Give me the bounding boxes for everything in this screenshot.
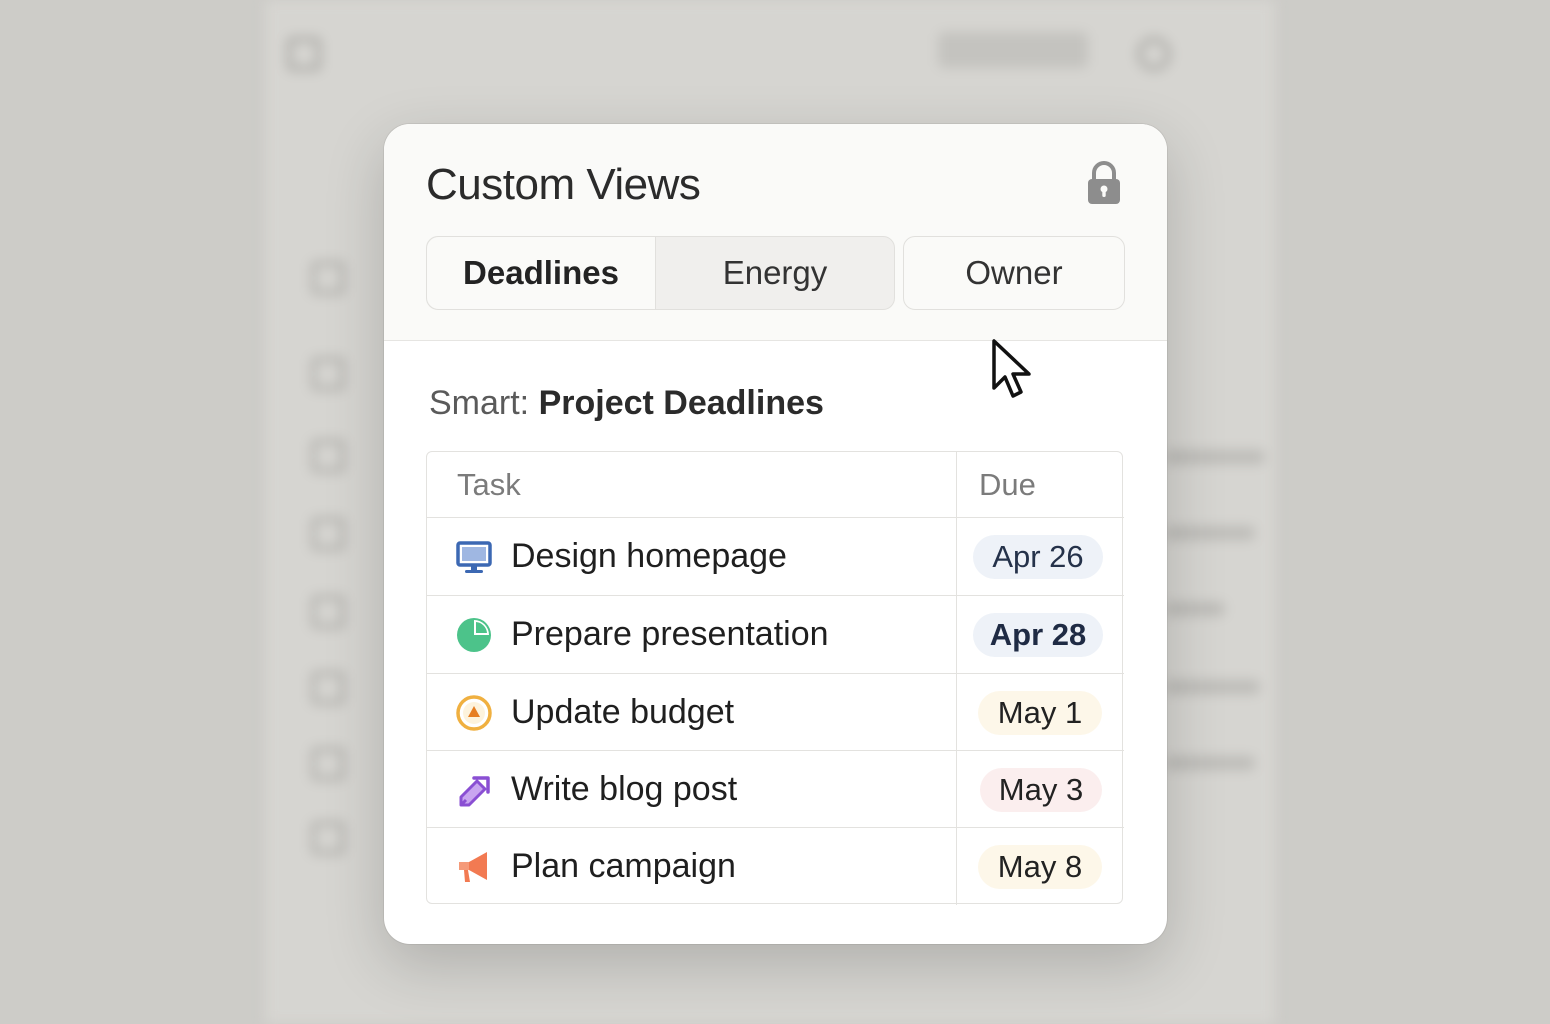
due-date-badge: May 3 [980, 768, 1102, 812]
task-name: Design homepage [511, 537, 787, 575]
table-row[interactable]: Prepare presentation Apr 28 [427, 595, 1124, 673]
background-button-blur [938, 32, 1088, 68]
background-row-icon [312, 822, 344, 854]
background-row-icon [312, 518, 344, 550]
column-header-due[interactable]: Due [979, 452, 1036, 518]
background-row-blur [1165, 526, 1255, 540]
tab-owner[interactable]: Owner [903, 236, 1125, 310]
background-row-blur [1165, 756, 1255, 770]
background-search-icon [1138, 38, 1170, 70]
lock-icon[interactable] [1085, 160, 1123, 206]
table-row[interactable]: Plan campaign May 8 [427, 827, 1124, 905]
due-date-badge: Apr 26 [973, 535, 1103, 579]
tab-deadlines[interactable]: Deadlines [427, 237, 656, 309]
smart-view-label: Smart: Project Deadlines [429, 384, 824, 423]
dialog-header: Custom Views Deadlines Energy Owner [384, 124, 1167, 341]
table-row[interactable]: Write blog post May 3 [427, 750, 1124, 828]
pen-arrow-icon [459, 776, 490, 807]
background-row-icon [312, 262, 344, 294]
background-row-icon [312, 596, 344, 628]
megaphone-icon [459, 852, 487, 882]
monitor-icon [456, 541, 492, 573]
background-row-icon [312, 440, 344, 472]
dialog-title: Custom Views [426, 160, 701, 209]
view-segmented-control: Deadlines Energy [426, 236, 895, 310]
column-header-task[interactable]: Task [457, 452, 521, 518]
smart-view-name: Project Deadlines [538, 384, 824, 422]
background-page-icon [288, 38, 320, 70]
background-row-icon [312, 748, 344, 780]
table-row[interactable]: Update budget May 1 [427, 673, 1124, 751]
due-date-badge: Apr 28 [973, 613, 1103, 657]
background-row-icon [312, 672, 344, 704]
task-name: Write blog post [511, 770, 738, 808]
budget-circle-icon [456, 695, 492, 731]
due-date-badge: May 1 [978, 691, 1102, 735]
table-row[interactable]: Design homepage Apr 26 [427, 517, 1124, 595]
due-date-badge: May 8 [978, 845, 1102, 889]
task-name: Update budget [511, 693, 735, 731]
background-row-icon [312, 358, 344, 390]
pie-chart-icon [457, 618, 491, 652]
custom-views-dialog: Custom Views Deadlines Energy Owner Smar… [384, 124, 1167, 944]
background-row-blur [1165, 450, 1265, 464]
background-row-blur [1165, 680, 1260, 694]
deadlines-table: Task Due Design homepage Apr 26 Prepare … [426, 451, 1124, 905]
mouse-cursor-icon [992, 339, 1031, 398]
background-row-blur [1165, 602, 1225, 616]
smart-prefix: Smart: [429, 384, 530, 422]
tab-energy[interactable]: Energy [656, 237, 894, 309]
task-name: Prepare presentation [511, 615, 829, 653]
task-name: Plan campaign [511, 847, 736, 885]
